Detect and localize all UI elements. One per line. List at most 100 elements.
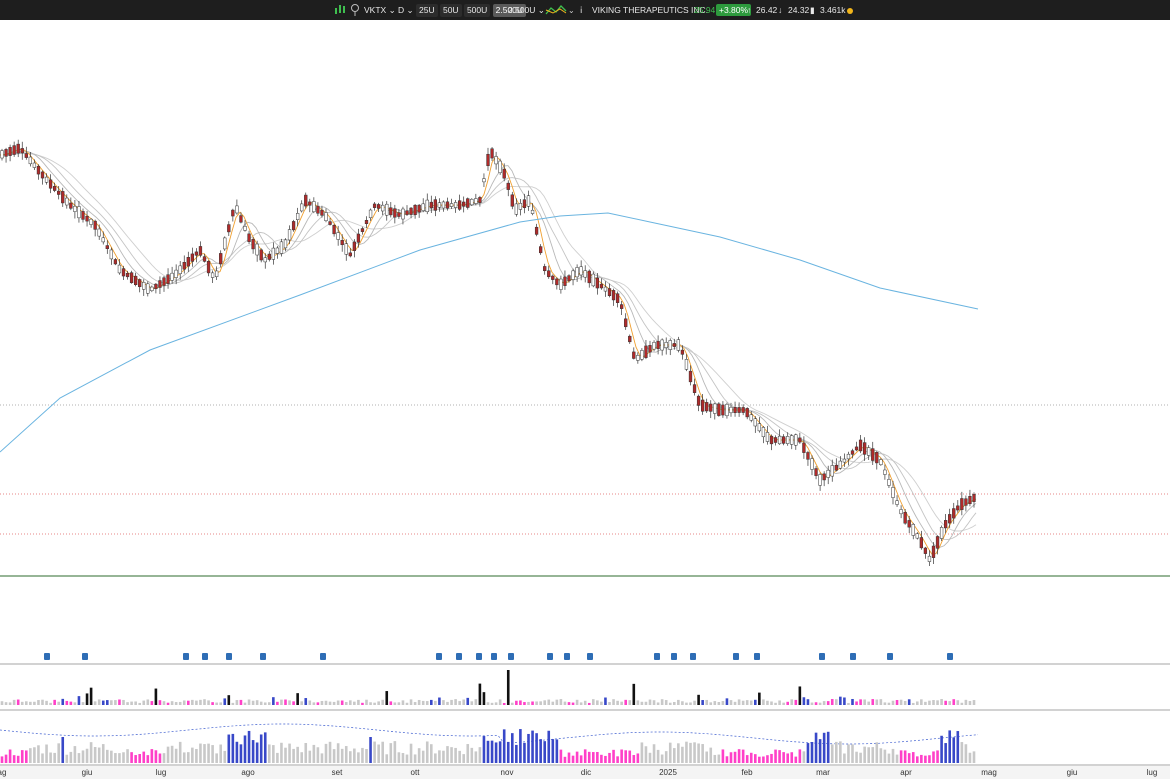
candle-body <box>162 277 166 286</box>
event-marker <box>476 653 482 660</box>
event-marker <box>654 653 660 660</box>
relvol-bar <box>567 752 571 763</box>
size-dropdown[interactable]: 2.500U ⌄ <box>508 0 545 20</box>
volume-bar <box>85 693 89 705</box>
candle-body <box>287 229 292 241</box>
candle-body <box>611 290 616 301</box>
volume-bar <box>847 702 850 705</box>
candle-body <box>320 209 324 216</box>
relvol-bar <box>255 742 259 763</box>
volume-bar <box>644 701 648 705</box>
candle-body <box>4 149 8 157</box>
candle-body <box>117 264 122 274</box>
event-marker <box>733 653 739 660</box>
candle-body <box>77 206 81 219</box>
relvol-bar <box>539 739 542 763</box>
candle-body <box>972 494 976 502</box>
relvol-bar <box>956 731 960 763</box>
relvol-bar <box>438 750 441 763</box>
volume-bar <box>600 701 603 705</box>
candle-body <box>818 474 822 486</box>
company-name: VIKING THERAPEUTICS INC. <box>592 5 709 15</box>
size-option[interactable]: 25U <box>416 4 438 17</box>
volume-bar <box>430 699 433 705</box>
event-marker <box>754 653 760 660</box>
indicator-icon[interactable]: ⌄ <box>545 0 575 20</box>
volume-bar <box>806 699 810 705</box>
volume-bar <box>656 702 660 705</box>
volume-bar <box>247 699 251 705</box>
size-option[interactable]: 500U <box>463 4 491 17</box>
volume-bar <box>466 697 470 705</box>
volume-bar <box>620 701 623 705</box>
candle-body <box>956 505 960 511</box>
volume-bar <box>924 701 927 705</box>
candle-body <box>692 384 697 393</box>
volume-bar <box>215 702 218 705</box>
candle-body <box>146 283 150 294</box>
timeframe-selector[interactable]: D ⌄ <box>398 0 414 20</box>
high-up-icon: ↑ <box>747 5 752 15</box>
candle-body <box>413 204 417 215</box>
relvol-bar <box>875 742 879 763</box>
volume-bar <box>685 702 688 705</box>
relvol-bar <box>425 741 429 763</box>
relvol-bar <box>814 732 818 763</box>
volume-bar <box>511 702 514 705</box>
relvol-bar <box>709 747 713 763</box>
relvol-bar <box>843 753 846 763</box>
candle-body <box>794 434 798 446</box>
volume-bar <box>381 699 384 705</box>
candle-body <box>530 209 535 214</box>
symbol-selector[interactable]: VKTX ⌄ <box>364 0 396 20</box>
candle-body <box>846 453 851 460</box>
candle-body <box>138 279 142 288</box>
event-marker <box>564 653 570 660</box>
candle-body <box>713 403 717 414</box>
relvol-bar <box>632 755 636 763</box>
volume-bar <box>37 700 40 705</box>
volume-bar <box>16 699 20 705</box>
relvol-bar <box>65 754 69 763</box>
candle-body <box>814 468 818 476</box>
relvol-bar <box>628 750 632 763</box>
candle-body <box>16 143 20 154</box>
candle-body <box>0 150 4 159</box>
candle-body <box>826 469 830 478</box>
candle-body <box>405 210 409 215</box>
candle-body <box>73 205 77 212</box>
volume-bar <box>349 700 352 705</box>
volume-bar <box>361 702 364 705</box>
volume-bars-icon: ▮ <box>810 5 815 15</box>
candle-body <box>526 195 531 207</box>
chart-type-icon[interactable] <box>334 0 348 20</box>
relvol-bar <box>563 756 567 763</box>
candle-body <box>129 272 134 284</box>
relvol-bar <box>968 752 972 763</box>
candle-body <box>948 514 952 524</box>
relvol-bar <box>150 749 154 763</box>
relvol-bar <box>839 741 842 763</box>
relvol-bar <box>502 729 506 763</box>
price-chart[interactable]: ag giu lug ago set ott nov dic 2025 feb mar apr mag g… <box>0 20 1170 779</box>
candle-body <box>721 404 725 416</box>
relvol-bar <box>462 754 465 763</box>
volume-bar <box>134 701 137 705</box>
candle-body <box>186 257 190 267</box>
relvol-bar <box>263 732 267 763</box>
volume-bar <box>353 701 356 705</box>
relvol-bar <box>470 747 474 763</box>
volume-bar <box>758 692 761 705</box>
relvol-bar <box>689 742 692 763</box>
size-option[interactable]: 50U <box>439 4 462 17</box>
candle-body <box>344 243 348 255</box>
volume-bar <box>332 701 336 705</box>
dollar-icon[interactable] <box>350 0 360 20</box>
volume-bar <box>336 700 340 705</box>
candle-body <box>263 257 267 263</box>
info-icon[interactable]: ⅰ <box>580 0 582 20</box>
candle-body <box>696 395 701 406</box>
relvol-bar <box>324 743 328 763</box>
volume-bar <box>494 702 498 705</box>
candle-body <box>636 355 640 361</box>
